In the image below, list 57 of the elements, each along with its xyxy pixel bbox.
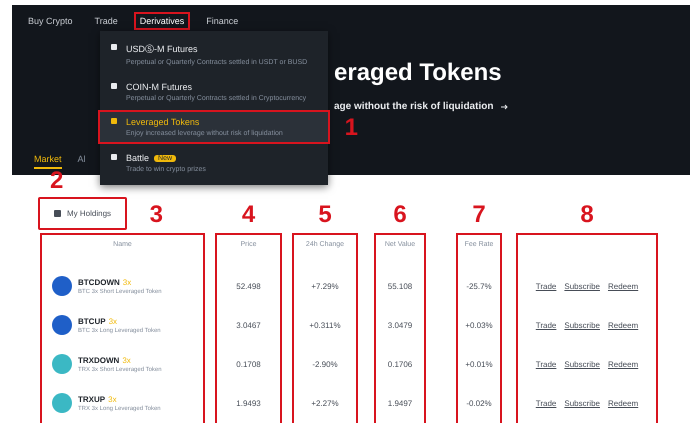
token-name: BTCDOWN 3x: [78, 278, 132, 286]
table-cell-text: -25.7%: [466, 280, 492, 292]
menu-icon: [110, 153, 118, 162]
arrow-icon: [501, 104, 510, 110]
menu-item-title: Leveraged Tokens: [126, 117, 200, 128]
action-link[interactable]: Trade: [536, 320, 556, 330]
menu-icon: [110, 117, 118, 126]
annotation-number: 2: [50, 169, 64, 193]
action-link[interactable]: Redeem: [608, 282, 638, 290]
nav-item[interactable]: Buy Crypto: [24, 14, 77, 28]
annotation-number: 1: [344, 116, 358, 140]
action-link[interactable]: Subscribe: [564, 320, 600, 330]
page-title: eraged Tokens: [334, 59, 503, 87]
action-link[interactable]: Subscribe: [564, 282, 600, 290]
action-link[interactable]: Trade: [536, 282, 556, 290]
menu-icon: [110, 82, 118, 90]
table-cell-text: 0.1708: [236, 358, 261, 371]
page-subtitle: age without the risk of liquidation: [334, 101, 494, 112]
table-cell-text: -2.90%: [312, 358, 338, 371]
action-link[interactable]: Trade: [536, 360, 556, 369]
nav-item[interactable]: Finance: [202, 14, 242, 28]
annotation-number: 7: [472, 203, 486, 227]
tab[interactable]: Market: [34, 154, 62, 169]
action-link[interactable]: Redeem: [608, 398, 638, 408]
action-link[interactable]: Redeem: [608, 360, 638, 369]
action-link[interactable]: Subscribe: [564, 398, 600, 408]
table-cell-text: 55.108: [388, 280, 412, 292]
annotation-number: 5: [318, 203, 332, 227]
table-cell-text: 0.1706: [388, 358, 412, 371]
menu-icon: [110, 42, 118, 51]
nav-item[interactable]: Trade: [90, 14, 122, 28]
table-cell-text: 3.0479: [388, 320, 412, 332]
token-name: TRXUP 3x: [78, 394, 118, 404]
annotation-number: 6: [393, 203, 407, 227]
action-link[interactable]: Trade: [536, 398, 556, 408]
annotation-number: 8: [580, 203, 594, 227]
table-cell-text: +2.27%: [311, 398, 339, 410]
table-cell-text: +0.03%: [465, 320, 493, 332]
menu-item-title: USDⓈ-M Futures: [126, 42, 198, 56]
table-cell-text: +7.29%: [311, 280, 339, 292]
action-link[interactable]: Subscribe: [564, 360, 600, 369]
table-cell-text: 1.9493: [236, 398, 261, 410]
table-cell-text: 3.0467: [236, 320, 261, 332]
menu-item-title: Battle: [126, 153, 150, 164]
annotation-number: 4: [242, 203, 256, 227]
table-cell-text: 52.498: [236, 280, 261, 292]
token-name: BTCUP 3x: [78, 316, 118, 326]
tab[interactable]: Al: [78, 154, 86, 169]
nav-item[interactable]: Derivatives: [136, 14, 188, 28]
table-cell-text: -0.02%: [466, 398, 492, 410]
table-cell-text: +0.01%: [465, 358, 493, 371]
table-cell-text: +0.311%: [309, 320, 341, 332]
table-cell-text: 1.9497: [388, 398, 412, 410]
token-name: TRXDOWN 3x: [78, 356, 132, 365]
annotation-number: 3: [150, 203, 163, 227]
action-link[interactable]: Redeem: [608, 320, 638, 330]
menu-item-title: COIN-M Futures: [126, 82, 192, 92]
